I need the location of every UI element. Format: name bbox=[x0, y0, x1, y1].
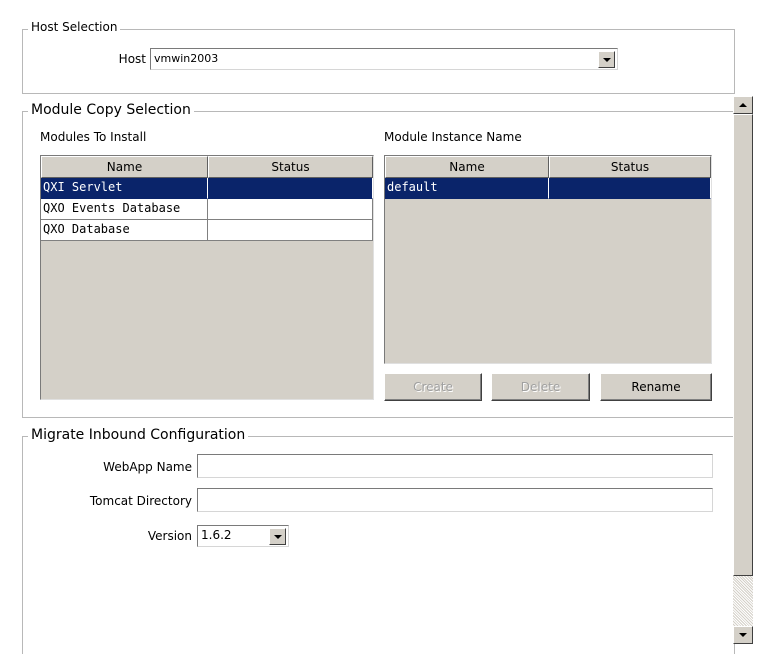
modules-header-name[interactable]: Name bbox=[41, 156, 208, 178]
migrate-inbound-legend: Migrate Inbound Configuration bbox=[28, 427, 249, 443]
chevron-down-icon[interactable] bbox=[269, 528, 286, 545]
webapp-name-label: WebApp Name bbox=[103, 460, 192, 474]
instance-header-name[interactable]: Name bbox=[385, 156, 549, 178]
host-select[interactable]: vmwin2003 bbox=[150, 48, 618, 70]
modules-table[interactable]: Name Status QXI Servlet QXO Events Datab… bbox=[40, 155, 374, 400]
instance-header-status[interactable]: Status bbox=[549, 156, 711, 178]
table-row[interactable]: QXO Database bbox=[41, 220, 373, 241]
module-name-cell: QXO Database bbox=[41, 220, 208, 241]
tomcat-directory-field[interactable] bbox=[197, 488, 713, 512]
webapp-name-field[interactable] bbox=[197, 454, 713, 478]
instance-table-header: Name Status bbox=[385, 156, 711, 178]
host-select-value: vmwin2003 bbox=[154, 52, 219, 65]
module-status-cell bbox=[208, 178, 373, 199]
instance-name-cell: default bbox=[385, 178, 549, 199]
version-select[interactable]: 1.6.2 bbox=[197, 525, 289, 547]
scroll-up-icon[interactable] bbox=[733, 96, 753, 114]
tomcat-directory-label: Tomcat Directory bbox=[89, 494, 192, 508]
instance-status-cell bbox=[549, 178, 711, 199]
modules-to-install-label: Modules To Install bbox=[40, 130, 147, 144]
module-status-cell bbox=[208, 220, 373, 241]
table-row[interactable]: QXO Events Database bbox=[41, 199, 373, 220]
module-instance-name-label: Module Instance Name bbox=[384, 130, 522, 144]
host-selection-legend: Host Selection bbox=[28, 20, 121, 34]
scrollbar-track[interactable] bbox=[733, 576, 753, 626]
host-label: Host bbox=[118, 52, 146, 66]
module-status-cell bbox=[208, 199, 373, 220]
module-copy-legend: Module Copy Selection bbox=[28, 102, 194, 118]
chevron-down-icon[interactable] bbox=[598, 51, 615, 68]
table-row[interactable]: default bbox=[385, 178, 711, 199]
modules-table-header: Name Status bbox=[41, 156, 373, 178]
vertical-scrollbar[interactable] bbox=[733, 96, 753, 644]
module-name-cell: QXO Events Database bbox=[41, 199, 208, 220]
rename-button[interactable]: Rename bbox=[600, 373, 712, 401]
scroll-down-icon[interactable] bbox=[733, 626, 753, 644]
instance-table[interactable]: Name Status default bbox=[384, 155, 712, 364]
create-button[interactable]: Create bbox=[384, 373, 482, 401]
version-label: Version bbox=[147, 529, 192, 543]
delete-button[interactable]: Delete bbox=[491, 373, 590, 401]
scrollbar-thumb[interactable] bbox=[733, 114, 753, 576]
modules-header-status[interactable]: Status bbox=[208, 156, 373, 178]
version-select-value: 1.6.2 bbox=[201, 528, 232, 542]
module-name-cell: QXI Servlet bbox=[41, 178, 208, 199]
table-row[interactable]: QXI Servlet bbox=[41, 178, 373, 199]
